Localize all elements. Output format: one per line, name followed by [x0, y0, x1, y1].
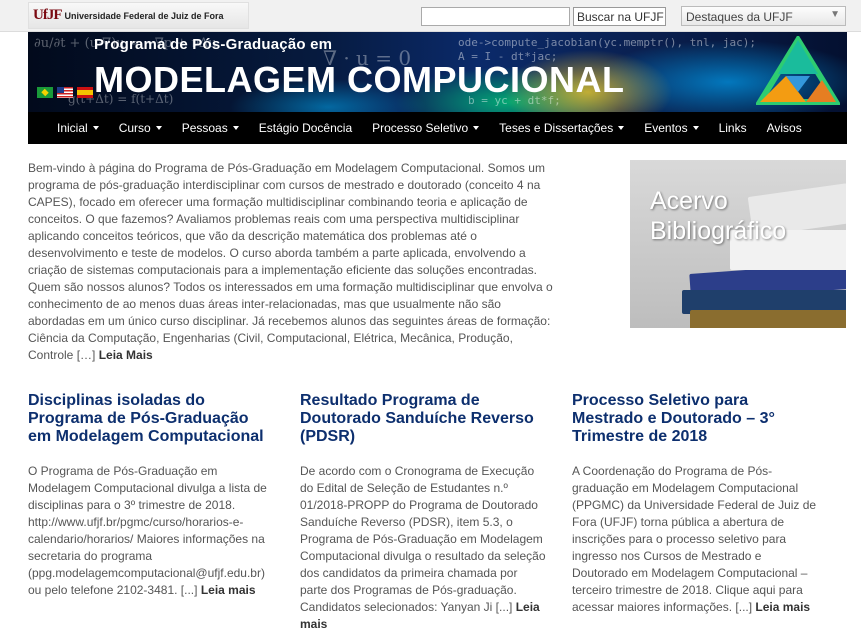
banner-title: MODELAGEM COMPUCIONAL — [94, 59, 625, 100]
acervo-title: Acervo Bibliográfico — [650, 186, 786, 246]
post-title[interactable]: Disciplinas isoladas do Programa de Pós-… — [28, 392, 274, 446]
main-nav: Inicial Curso Pessoas Estágio Docência Proce… — [28, 112, 847, 144]
post-read-more-link[interactable]: Leia mais — [755, 600, 810, 614]
pgmc-triangle-logo-icon — [756, 36, 840, 105]
book-image — [690, 310, 846, 328]
post-card: Processo Seletivo para Mestrado e Doutor… — [572, 392, 818, 616]
caret-down-icon — [92, 126, 99, 130]
nav-item-inicial[interactable]: Inicial — [57, 121, 99, 135]
caret-down-icon — [692, 126, 699, 130]
language-flags — [37, 87, 93, 98]
caret-down-icon — [232, 126, 239, 130]
post-read-more-link[interactable]: Leia mais — [201, 583, 256, 597]
nav-item-avisos[interactable]: Avisos — [767, 121, 802, 135]
nav-item-label: Estágio Docência — [258, 121, 353, 135]
nav-item-links[interactable]: Links — [719, 121, 747, 135]
spain-flag-icon[interactable] — [77, 87, 93, 98]
intro-body: Bem-vindo à página do Programa de Pós-Gr… — [28, 161, 553, 362]
chevron-down-icon: ▼ — [830, 9, 840, 20]
nav-item-label: Avisos — [766, 121, 802, 135]
brazil-flag-icon[interactable] — [37, 87, 53, 98]
caret-down-icon — [618, 126, 625, 130]
nav-item-label: Curso — [118, 121, 151, 135]
usa-flag-icon[interactable] — [57, 87, 73, 98]
nav-item-label: Eventos — [644, 121, 688, 135]
nav-item-processo-seletivo[interactable]: Processo Seletivo — [372, 121, 480, 135]
post-excerpt: A Coordenação do Programa de Pós-graduaç… — [572, 463, 818, 616]
ufjf-logo-text: Universidade Federal de Juiz de Fora — [64, 10, 224, 21]
post-title[interactable]: Resultado Programa de Doutorado Sanduích… — [300, 392, 546, 446]
destaques-select[interactable]: Destaques da UFJF ▼ — [681, 6, 846, 26]
acervo-title-line1: Acervo — [650, 187, 728, 215]
intro-text: Bem-vindo à página do Programa de Pós-Gr… — [28, 160, 558, 364]
nav-item-curso[interactable]: Curso — [119, 121, 162, 135]
caret-down-icon — [473, 126, 480, 130]
nav-item-label: Processo Seletivo — [372, 121, 469, 135]
ufjf-logo-mark: UfJF — [33, 7, 62, 23]
ufjf-logo[interactable]: UfJF Universidade Federal de Juiz de For… — [28, 2, 249, 29]
caret-down-icon — [155, 126, 162, 130]
intro-read-more-link[interactable]: Leia Mais — [99, 348, 153, 362]
post-card: Disciplinas isoladas do Programa de Pós-… — [28, 392, 274, 599]
banner-subtitle: Programa de Pós-Graduação em — [94, 36, 333, 53]
top-bar: UfJF Universidade Federal de Juiz de For… — [0, 0, 861, 32]
nav-item-estagio-docencia[interactable]: Estágio Docência — [259, 121, 352, 135]
acervo-title-line2: Bibliográfico — [650, 217, 787, 245]
post-card: Resultado Programa de Doutorado Sanduích… — [300, 392, 546, 629]
nav-item-label: Pessoas — [181, 121, 228, 135]
post-excerpt-text: De acordo com o Cronograma de Execução d… — [300, 464, 546, 614]
post-excerpt: De acordo com o Cronograma de Execução d… — [300, 463, 546, 629]
destaques-select-value: Destaques da UFJF — [686, 10, 793, 24]
acervo-bibliografico-banner[interactable]: Acervo Bibliográfico — [630, 160, 846, 328]
search-input[interactable] — [421, 7, 570, 26]
search-button[interactable]: Buscar na UFJF — [573, 7, 666, 26]
nav-item-label: Teses e Dissertações — [499, 121, 614, 135]
nav-item-teses-e-dissertacoes[interactable]: Teses e Dissertações — [499, 121, 625, 135]
post-excerpt-text: A Coordenação do Programa de Pós-graduaç… — [572, 464, 817, 614]
nav-item-label: Links — [718, 121, 747, 135]
post-title[interactable]: Processo Seletivo para Mestrado e Doutor… — [572, 392, 818, 446]
post-excerpt: O Programa de Pós-Graduação em Modelagem… — [28, 463, 274, 599]
post-excerpt-text: O Programa de Pós-Graduação em Modelagem… — [28, 464, 267, 597]
nav-item-eventos[interactable]: Eventos — [644, 121, 699, 135]
nav-item-label: Inicial — [57, 121, 88, 135]
nav-item-pessoas[interactable]: Pessoas — [182, 121, 239, 135]
program-banner[interactable]: ∂u/∂t + (u·∇)u = −∇p + ν∆u ∇ · u = 0 g(t… — [28, 32, 847, 112]
